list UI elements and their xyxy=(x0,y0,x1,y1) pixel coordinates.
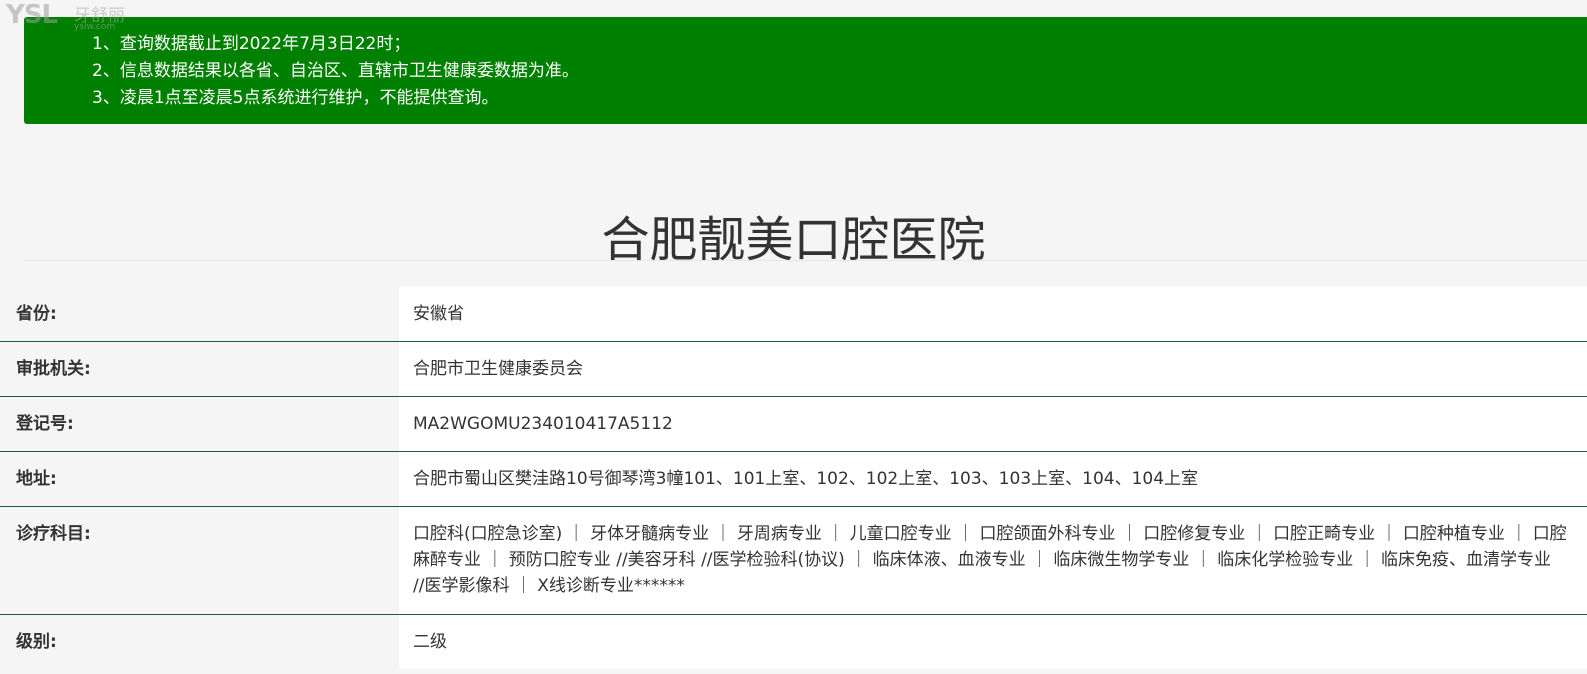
address-value: 合肥市蜀山区樊洼路10号御琴湾3幢101、101上室、102、102上室、103… xyxy=(399,452,1587,506)
address-label: 地址: xyxy=(0,452,399,506)
province-label: 省份: xyxy=(0,287,399,341)
level-label: 级别: xyxy=(0,615,399,669)
info-row-province: 省份: 安徽省 xyxy=(0,287,1587,342)
notice-line-3: 3、凌晨1点至凌晨5点系统进行维护，不能提供查询。 xyxy=(92,88,499,108)
departments-value: 口腔科(口腔急诊室) ｜ 牙体牙髓病专业 ｜ 牙周病专业 ｜ 儿童口腔专业 ｜ … xyxy=(399,507,1587,614)
info-row-registration-number: 登记号: MA2WGOMU234010417A5112 xyxy=(0,397,1587,452)
approval-authority-value: 合肥市卫生健康委员会 xyxy=(399,342,1587,396)
hospital-title: 合肥靓美口腔医院 xyxy=(601,212,986,269)
notice-banner: 1、查询数据截止到2022年7月3日22时； 2、信息数据结果以各省、自治区、直… xyxy=(24,17,1587,124)
registration-number-label: 登记号: xyxy=(0,397,399,451)
province-value: 安徽省 xyxy=(399,287,1587,341)
level-value: 二级 xyxy=(399,615,1587,669)
notice-line-2: 2、信息数据结果以各省、自治区、直辖市卫生健康委数据为准。 xyxy=(92,61,579,81)
registration-number-value: MA2WGOMU234010417A5112 xyxy=(399,397,1587,451)
info-row-departments: 诊疗科目: 口腔科(口腔急诊室) ｜ 牙体牙髓病专业 ｜ 牙周病专业 ｜ 儿童口… xyxy=(0,507,1587,615)
watermark-mark: YSL xyxy=(6,0,58,30)
approval-authority-label: 审批机关: xyxy=(0,342,399,396)
notice-line-1: 1、查询数据截止到2022年7月3日22时； xyxy=(92,34,411,54)
info-row-address: 地址: 合肥市蜀山区樊洼路10号御琴湾3幢101、101上室、102、102上室… xyxy=(0,452,1587,507)
title-divider xyxy=(24,260,1587,261)
info-row-approval-authority: 审批机关: 合肥市卫生健康委员会 xyxy=(0,342,1587,397)
watermark-domain: yslw.com xyxy=(74,22,116,32)
info-row-level: 级别: 二级 xyxy=(0,615,1587,669)
page: YSL 牙舒丽 yslw.com 1、查询数据截止到2022年7月3日22时； … xyxy=(0,0,1587,674)
departments-label: 诊疗科目: xyxy=(0,507,399,614)
hospital-info-table: 省份: 安徽省 审批机关: 合肥市卫生健康委员会 登记号: MA2WGOMU23… xyxy=(0,287,1587,669)
